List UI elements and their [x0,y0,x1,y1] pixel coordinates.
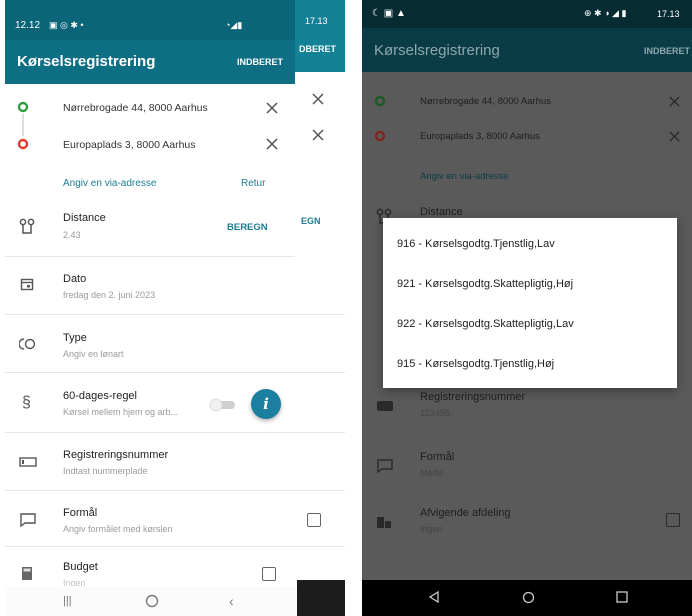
registration-row-value: 123456 [420,408,451,418]
dialog-option[interactable]: 915 - Kørselsgodtg.Tjenstlig,Høj [397,358,554,370]
license-plate-icon [19,457,37,467]
start-address-field[interactable]: Nørrebrogade 44, 8000 Aarhus [420,96,551,107]
background-app-bar [295,0,345,72]
right-phone-screen: ☾ ▣ ▲ ⊕ ✱ ◑ ◢ ▮ 17.13 Kørselsregistrerin… [362,0,692,616]
app-bar: Kørselsregistrering INDBERET [5,40,295,84]
background-dark-edge [297,580,345,616]
distance-label: Distance [63,212,106,224]
info-icon: i [263,395,269,413]
rule-toggle[interactable] [208,398,238,412]
status-icons-left: ▣ ◎ ✱ • [49,20,84,30]
registration-row-value: Indtast nummerplade [63,466,148,476]
app-title: Kørselsregistrering [17,53,156,70]
divider [5,372,345,373]
end-address-field[interactable]: Europaplads 3, 8000 Aarhus [420,131,540,142]
background-report-button: DBERET [299,44,337,54]
start-dot-icon [17,101,29,113]
dialog-option[interactable]: 922 - Kørselsgodtg.Skattepligtig,Lav [397,318,574,330]
divider [5,490,345,491]
home-icon[interactable] [145,594,159,608]
department-row-label[interactable]: Afvigende afdeling [420,507,511,519]
end-address-field[interactable]: Europaplads 3, 8000 Aarhus [63,139,196,151]
type-row-value: Angiv en lønart [63,349,124,359]
left-phone-screen: 17.13 DBERET EGN 12.12 ▣ ◎ ✱ • ◔◢▮ Kørse… [5,0,345,616]
clear-end-icon[interactable] [668,130,681,143]
background-clear-icon-2 [311,128,325,142]
background-clear-icon-1 [311,92,325,106]
rule-row-label: 60-dages-regel [63,390,137,402]
license-plate-icon [376,400,394,412]
via-address-link[interactable]: Angiv en via-adresse [420,171,509,182]
registration-row-label[interactable]: Registreringsnummer [420,391,525,403]
registration-row-label[interactable]: Registreringsnummer [63,449,168,461]
report-button[interactable]: INDBERET [644,46,690,56]
divider [5,546,345,547]
home-icon[interactable] [522,591,535,604]
calculate-button[interactable]: BEREGN [227,222,268,233]
background-beregn-button: EGN [301,216,321,226]
purpose-row-label[interactable]: Formål [420,451,454,463]
dialog-option[interactable]: 921 - Kørselsgodtg.Skattepligtig,Høj [397,278,573,290]
department-checkbox[interactable] [666,513,680,527]
type-icon [19,337,37,351]
clear-start-icon[interactable] [265,101,279,115]
date-row-value: fredag den 2. juni 2023 [63,290,156,300]
distance-icon [19,218,35,236]
date-row-label[interactable]: Dato [63,273,86,285]
type-selection-dialog: 916 - Kørselsgodtg.Tjenstlig,Lav 921 - K… [383,218,677,388]
purpose-row-value: Angiv formålet med kørslen [63,524,173,534]
start-dot-icon [374,95,386,107]
recent-apps-icon[interactable] [616,591,628,603]
distance-value: 2.43 [63,230,81,240]
budget-checkbox[interactable] [262,567,276,581]
report-button[interactable]: INDBERET [237,57,283,67]
comment-icon [19,512,37,528]
app-bar: Kørselsregistrering INDBERET [362,28,692,72]
nav-bar: ||| ‹ [5,586,297,616]
status-time: 17.13 [657,9,680,19]
recent-apps-icon[interactable]: ||| [63,595,72,607]
clear-end-icon[interactable] [265,137,279,151]
calculator-icon [21,566,33,581]
comment-icon [376,458,394,474]
dialog-option[interactable]: 916 - Kørselsgodtg.Tjenstlig,Lav [397,238,555,250]
background-status-time: 17.13 [305,16,328,26]
status-icons-left: ☾ ▣ ▲ [372,8,406,19]
return-link[interactable]: Retur [241,178,265,189]
status-time: 12.12 [15,20,41,31]
app-title: Kørselsregistrering [374,42,500,59]
info-button[interactable]: i [251,389,281,419]
status-icons-right: ⊕ ✱ ◑ ◢ ▮ [584,8,627,18]
type-row-label[interactable]: Type [63,332,87,344]
via-address-link[interactable]: Angiv en via-adresse [63,178,156,189]
purpose-checkbox[interactable] [307,513,321,527]
purpose-row-value: Møde [420,468,444,478]
calendar-icon [20,277,34,291]
status-icons-right: ◔◢▮ [225,20,243,30]
budget-row-label[interactable]: Budget [63,561,98,573]
distance-divider [5,256,295,257]
back-icon[interactable] [428,591,440,603]
back-icon[interactable]: ‹ [229,593,234,609]
clear-start-icon[interactable] [668,95,681,108]
divider [5,314,345,315]
start-address-field[interactable]: Nørrebrogade 44, 8000 Aarhus [63,102,208,114]
paragraph-icon: § [22,394,31,411]
purpose-row-label[interactable]: Formål [63,507,97,519]
department-row-value: Ingen [420,524,443,534]
department-icon [376,515,392,529]
divider [5,432,345,433]
nav-bar [362,580,692,616]
end-dot-icon [17,138,29,150]
status-bar: ☾ ▣ ▲ ⊕ ✱ ◑ ◢ ▮ 17.13 [362,0,692,28]
distance-label: Distance [420,206,463,218]
end-dot-icon [374,130,386,142]
route-line [22,114,24,136]
status-bar: 12.12 ▣ ◎ ✱ • ◔◢▮ [5,0,295,40]
rule-row-value: Kørsel mellem hjem og arb... [63,407,179,417]
